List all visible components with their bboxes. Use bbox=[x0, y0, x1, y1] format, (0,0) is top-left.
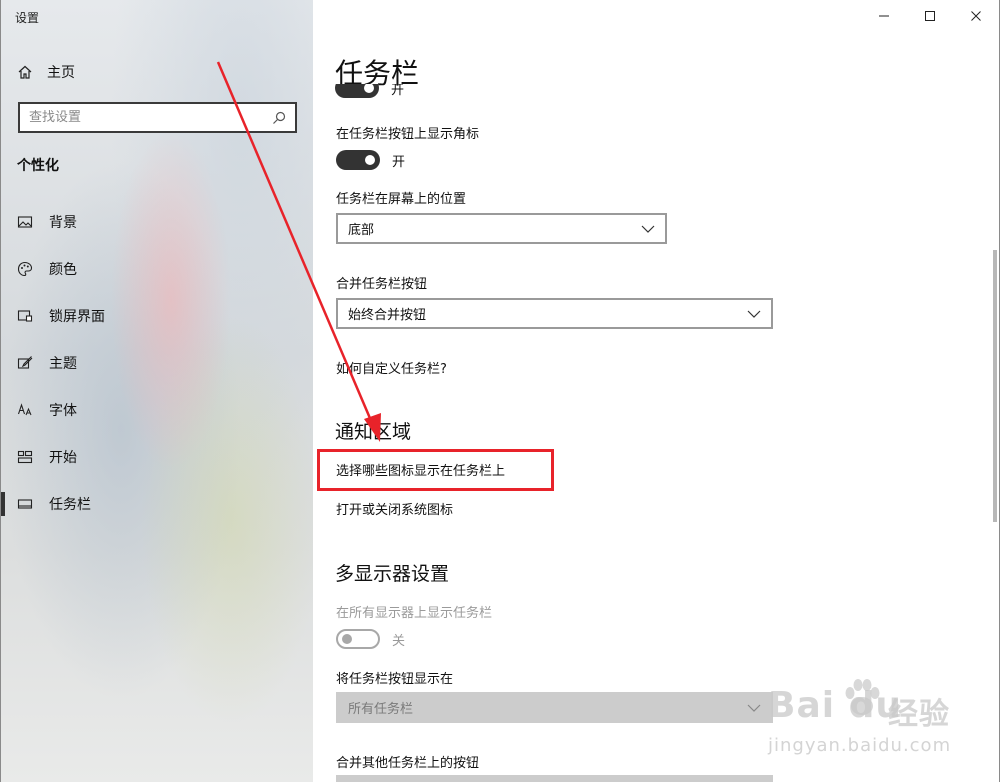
sidebar-item-fonts[interactable]: 字体 bbox=[1, 386, 314, 433]
home-nav-item[interactable]: 主页 bbox=[17, 62, 75, 82]
badges-toggle[interactable] bbox=[336, 150, 380, 170]
sidebar: 设置 主页 个性化 背景 颜色 锁屏界面 bbox=[0, 0, 313, 782]
theme-brush-icon bbox=[17, 355, 33, 371]
badges-label: 在任务栏按钮上显示角标 bbox=[336, 127, 480, 142]
home-label: 主页 bbox=[47, 65, 75, 81]
close-button[interactable] bbox=[953, 0, 999, 32]
show-all-displays-toggle[interactable] bbox=[336, 629, 380, 649]
close-icon bbox=[971, 11, 981, 21]
toggle-state: 关 bbox=[392, 633, 406, 649]
top-toggle-row: 开 bbox=[335, 84, 535, 104]
position-value: 底部 bbox=[348, 223, 375, 238]
show-all-displays-label: 在所有显示器上显示任务栏 bbox=[336, 606, 493, 621]
sidebar-item-label: 锁屏界面 bbox=[49, 308, 105, 325]
badges-toggle-row: 开 bbox=[336, 150, 405, 170]
search-input[interactable] bbox=[29, 110, 271, 125]
sidebar-item-start[interactable]: 开始 bbox=[1, 433, 314, 480]
buttons-on-select[interactable]: 所有任务栏 bbox=[336, 692, 773, 723]
section-title: 个性化 bbox=[17, 158, 59, 174]
sidebar-item-label: 颜色 bbox=[49, 261, 77, 278]
buttons-on-value: 所有任务栏 bbox=[348, 702, 414, 717]
system-icons-link[interactable]: 打开或关闭系统图标 bbox=[336, 499, 453, 518]
sidebar-item-label: 背景 bbox=[49, 214, 77, 231]
watermark-url: jingyan.baidu.com bbox=[768, 735, 952, 756]
maximize-icon bbox=[925, 11, 935, 21]
sidebar-item-background[interactable]: 背景 bbox=[1, 198, 314, 245]
chevron-down-icon bbox=[747, 704, 761, 712]
watermark-brand-cn: 经验 bbox=[888, 697, 950, 732]
content-pane: 任务栏 开 在任务栏按钮上显示角标 开 任务栏在屏幕上的位置 底部 合并任务栏按… bbox=[313, 0, 1000, 782]
multi-display-heading: 多显示器设置 bbox=[335, 563, 450, 585]
paw-logo-icon bbox=[845, 679, 880, 715]
window-title: 设置 bbox=[15, 11, 40, 25]
position-label: 任务栏在屏幕上的位置 bbox=[336, 192, 467, 207]
minimize-icon bbox=[879, 15, 889, 17]
chevron-down-icon bbox=[747, 310, 761, 318]
annotation-highlight-box bbox=[317, 449, 554, 491]
toggle-state: 开 bbox=[391, 84, 405, 98]
nav-list: 背景 颜色 锁屏界面 主题 字体 开始 任务栏 bbox=[1, 198, 314, 527]
combine-other-label: 合并其他任务栏上的按钮 bbox=[336, 756, 480, 771]
sidebar-item-label: 开始 bbox=[49, 449, 77, 466]
start-menu-icon bbox=[17, 449, 33, 465]
sidebar-item-label: 任务栏 bbox=[49, 496, 91, 513]
taskbar-icon bbox=[17, 496, 33, 512]
search-box[interactable] bbox=[18, 102, 297, 133]
font-icon bbox=[17, 402, 33, 418]
sidebar-item-themes[interactable]: 主题 bbox=[1, 339, 314, 386]
position-select[interactable]: 底部 bbox=[336, 213, 667, 244]
customize-taskbar-link[interactable]: 如何自定义任务栏? bbox=[336, 358, 447, 377]
show-all-toggle-row: 关 bbox=[336, 629, 405, 649]
top-toggle[interactable] bbox=[335, 84, 379, 98]
home-icon bbox=[17, 64, 33, 80]
scrollbar-thumb[interactable] bbox=[993, 250, 997, 522]
chevron-down-icon bbox=[641, 225, 655, 233]
toggle-state: 开 bbox=[392, 154, 406, 170]
combine-label: 合并任务栏按钮 bbox=[336, 277, 428, 292]
sidebar-item-label: 主题 bbox=[49, 355, 77, 372]
sidebar-item-colors[interactable]: 颜色 bbox=[1, 245, 314, 292]
lockscreen-icon bbox=[17, 308, 33, 324]
buttons-on-label: 将任务栏按钮显示在 bbox=[336, 672, 454, 687]
image-icon bbox=[17, 214, 33, 230]
combine-select[interactable]: 始终合并按钮 bbox=[336, 298, 773, 329]
maximize-button[interactable] bbox=[907, 0, 953, 32]
combine-other-select[interactable] bbox=[336, 775, 773, 782]
window-controls bbox=[861, 0, 999, 32]
palette-icon bbox=[17, 261, 33, 277]
notification-heading: 通知区域 bbox=[335, 421, 412, 443]
combine-value: 始终合并按钮 bbox=[348, 308, 427, 323]
sidebar-item-taskbar[interactable]: 任务栏 bbox=[1, 480, 314, 527]
watermark: Bai du 经验 jingyan.baidu.com bbox=[768, 675, 978, 765]
sidebar-item-lockscreen[interactable]: 锁屏界面 bbox=[1, 292, 314, 339]
sidebar-item-label: 字体 bbox=[49, 402, 77, 419]
minimize-button[interactable] bbox=[861, 0, 907, 32]
search-icon[interactable] bbox=[271, 110, 287, 126]
